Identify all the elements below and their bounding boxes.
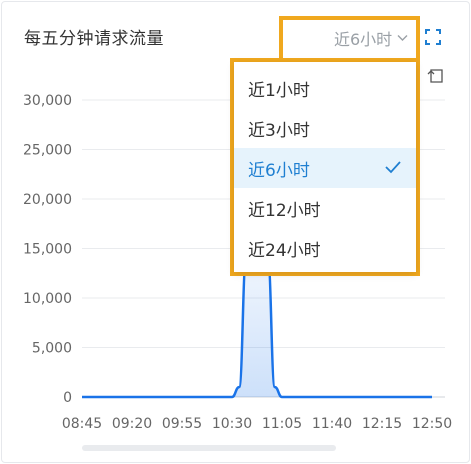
highlight-frame-top — [279, 16, 420, 62]
option-label: 近12小时 — [248, 200, 321, 221]
fullscreen-icon[interactable] — [424, 28, 442, 46]
time-range-option-12h[interactable]: 近12小时 — [234, 188, 416, 228]
y-tick-label: 25,000 — [23, 143, 72, 159]
x-tick-label: 11:05 — [262, 416, 302, 432]
x-tick-label: 12:15 — [362, 416, 402, 432]
time-range-option-1h[interactable]: 近1小时 — [234, 68, 416, 108]
x-tick-label: 11:40 — [312, 416, 352, 432]
time-range-option-3h[interactable]: 近3小时 — [234, 108, 416, 148]
y-tick-label: 30,000 — [23, 93, 72, 109]
y-tick-label: 15,000 — [23, 242, 72, 258]
x-tick-label: 09:20 — [112, 416, 152, 432]
restore-icon[interactable] — [426, 66, 444, 84]
y-tick-label: 10,000 — [23, 291, 72, 307]
check-icon — [385, 161, 401, 174]
y-tick-label: 20,000 — [23, 192, 72, 208]
option-label: 近3小时 — [248, 120, 310, 141]
y-tick-label: 0 — [63, 390, 72, 406]
x-tick-label: 08:45 — [62, 416, 102, 432]
x-tick-label: 12:50 — [412, 416, 452, 432]
time-range-option-24h[interactable]: 近24小时 — [234, 228, 416, 268]
x-tick-label: 09:55 — [162, 416, 202, 432]
time-range-dropdown: 近1小时 近3小时 近6小时 近12小时 近24小时 — [234, 62, 416, 272]
y-tick-label: 5,000 — [32, 341, 72, 357]
option-label: 近24小时 — [248, 240, 321, 261]
x-tick-label: 10:30 — [212, 416, 252, 432]
option-label: 近6小时 — [248, 160, 310, 181]
time-range-option-6h[interactable]: 近6小时 — [234, 148, 416, 188]
chart-scrollbar-thumb[interactable] — [82, 445, 336, 451]
option-label: 近1小时 — [248, 80, 310, 101]
